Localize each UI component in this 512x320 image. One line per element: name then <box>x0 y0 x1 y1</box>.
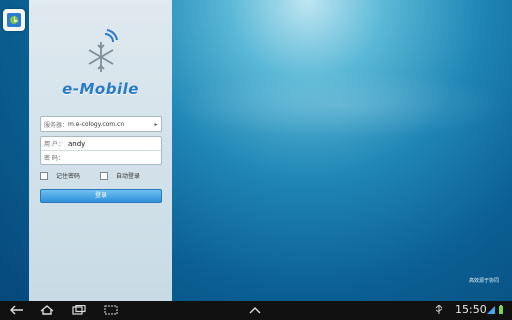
logo-text: e-Mobile <box>62 80 139 98</box>
login-panel: e-Mobile 服务器： m.e-cology.com.cn ▸ 用 户： a… <box>29 0 172 301</box>
username-label: 用 户： <box>44 141 64 148</box>
status-icons <box>486 305 504 315</box>
auto-login-label: 自动登录 <box>116 173 141 180</box>
logo: e-Mobile <box>29 28 172 108</box>
login-button[interactable]: 登录 <box>40 189 162 203</box>
server-value: m.e-cology.com.cn <box>68 120 125 128</box>
slogan-watermark: 高效源于协同 <box>469 278 500 284</box>
password-label: 密 码： <box>44 155 64 162</box>
system-navigation-bar: 15:50 <box>0 301 512 320</box>
username-field[interactable]: andy <box>68 140 85 148</box>
usb-icon <box>432 304 446 316</box>
app-shortcut-icon[interactable] <box>3 9 25 31</box>
password-row[interactable]: 密 码： <box>41 150 161 164</box>
login-options: 记住密码 自动登录 <box>40 171 160 181</box>
home-icon[interactable] <box>40 304 54 316</box>
recents-icon[interactable] <box>72 304 86 316</box>
dropdown-arrow-icon[interactable]: ▸ <box>151 121 161 128</box>
battery-icon <box>499 305 503 314</box>
wifi-icon <box>487 306 495 314</box>
credentials-box: 用 户： andy 密 码： <box>40 136 162 165</box>
remember-label: 记住密码 <box>56 173 81 180</box>
screenshot-icon[interactable] <box>104 304 118 316</box>
light-reflection <box>171 70 512 140</box>
auto-login-checkbox-box[interactable] <box>100 171 108 180</box>
remember-password-checkbox[interactable]: 记住密码 <box>40 171 80 180</box>
back-icon[interactable] <box>10 304 24 316</box>
remember-checkbox-box[interactable] <box>40 171 48 180</box>
server-select[interactable]: 服务器： m.e-cology.com.cn ▸ <box>40 116 162 132</box>
username-row[interactable]: 用 户： andy <box>41 137 161 150</box>
clock: 15:50 <box>455 303 487 316</box>
snowflake-logo-icon <box>88 29 118 72</box>
chevron-up-icon[interactable] <box>248 304 262 316</box>
server-label: 服务器： <box>44 121 69 129</box>
auto-login-checkbox[interactable]: 自动登录 <box>100 171 140 180</box>
